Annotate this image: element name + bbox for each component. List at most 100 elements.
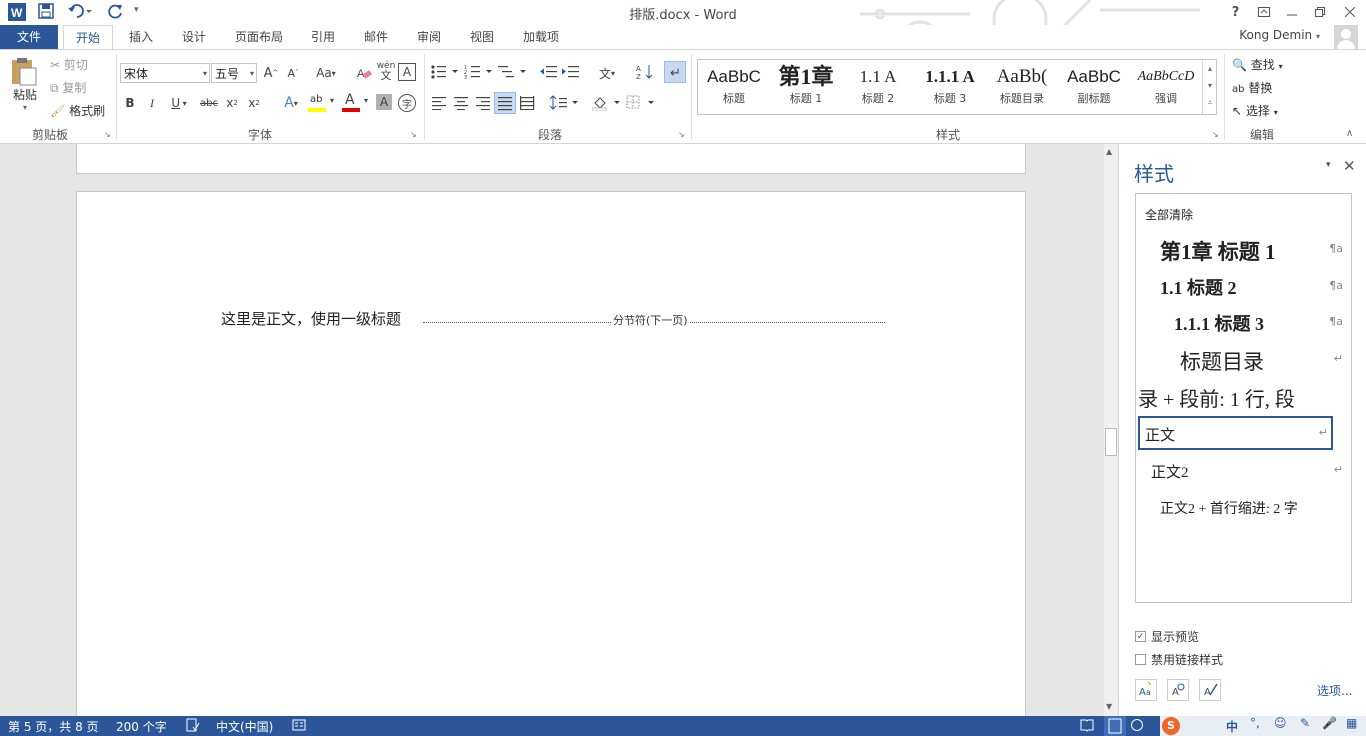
- paragraph-launcher-icon[interactable]: ↘: [678, 130, 685, 139]
- align-left-icon[interactable]: [432, 96, 448, 110]
- clear-format-icon[interactable]: A: [354, 63, 374, 83]
- style-title[interactable]: AaBbC 标题: [698, 60, 770, 114]
- character-shading-button[interactable]: A: [376, 94, 392, 110]
- tab-file[interactable]: 文件: [0, 25, 58, 49]
- sort-icon[interactable]: AZ: [636, 63, 654, 81]
- align-center-icon[interactable]: [454, 96, 470, 110]
- disable-linked-checkbox[interactable]: [1135, 654, 1146, 665]
- show-preview-checkbox[interactable]: ✓: [1135, 631, 1146, 642]
- grow-font-button[interactable]: A ^: [261, 63, 281, 83]
- style-list-item[interactable]: 1.1 标题 2 ¶a: [1136, 269, 1351, 305]
- current-page[interactable]: 这里是正文，使用一级标题 分节符(下一页): [76, 191, 1026, 716]
- style-subtitle[interactable]: AaBbC 副标题: [1058, 60, 1130, 114]
- line-spacing-icon[interactable]: [550, 95, 580, 111]
- clipboard-launcher-icon[interactable]: ↘: [104, 130, 111, 139]
- disable-linked-option[interactable]: 禁用链接样式: [1135, 651, 1223, 668]
- tab-addins[interactable]: 加载项: [514, 25, 568, 49]
- font-size-combo[interactable]: 五号 ▾: [211, 63, 257, 83]
- replace-button[interactable]: ab 替换: [1232, 79, 1272, 96]
- page-info[interactable]: 第 5 页，共 8 页: [8, 718, 99, 735]
- gallery-scroll[interactable]: ▴ ▾ ⩡: [1202, 60, 1217, 114]
- scroll-thumb[interactable]: [1105, 428, 1117, 456]
- read-mode-icon[interactable]: [1080, 718, 1094, 732]
- bold-button[interactable]: B: [120, 93, 140, 113]
- tab-insert[interactable]: 插入: [120, 25, 162, 49]
- styles-launcher-icon[interactable]: ↘: [1212, 130, 1219, 139]
- phonetic-guide-button[interactable]: wén 文: [376, 61, 396, 82]
- style-heading-3[interactable]: 1.1.1 A 标题 3: [914, 60, 986, 114]
- show-preview-option[interactable]: ✓ 显示预览: [1135, 628, 1199, 645]
- collapse-ribbon-icon[interactable]: ∧: [1346, 128, 1353, 139]
- scroll-down-icon[interactable]: ▼: [1106, 702, 1112, 711]
- distributed-icon[interactable]: [520, 96, 536, 110]
- print-layout-icon[interactable]: [1104, 716, 1126, 736]
- subscript-button[interactable]: x2: [222, 93, 242, 113]
- multilevel-list-icon[interactable]: [498, 64, 528, 80]
- skin-icon[interactable]: ✎: [1300, 716, 1310, 730]
- sogou-ime-icon[interactable]: S: [1162, 717, 1180, 735]
- pane-close-icon[interactable]: ✕: [1343, 157, 1356, 175]
- minimize-icon[interactable]: [1278, 0, 1305, 24]
- emoji-icon[interactable]: ☺: [1274, 716, 1287, 730]
- bullets-icon[interactable]: [430, 64, 460, 80]
- avatar[interactable]: [1334, 25, 1358, 49]
- restore-icon[interactable]: [1306, 0, 1333, 24]
- language-indicator[interactable]: 中文(中国): [216, 718, 273, 735]
- pane-options-icon[interactable]: ▾: [1326, 160, 1331, 170]
- format-painter-button[interactable]: 🖌 格式刷: [50, 102, 105, 119]
- tab-home[interactable]: 开始: [63, 25, 113, 50]
- new-style-icon[interactable]: Aa: [1135, 679, 1157, 701]
- proofing-icon[interactable]: [186, 718, 200, 732]
- options-link[interactable]: 选项...: [1317, 682, 1352, 699]
- style-list-item[interactable]: 第1章 标题 1 ¶a: [1136, 232, 1351, 268]
- style-toc-heading[interactable]: AaBb(标题目录: [986, 60, 1058, 114]
- paste-button[interactable]: 粘贴 ▾: [8, 56, 42, 112]
- macro-record-icon[interactable]: [292, 718, 306, 732]
- tab-page-layout[interactable]: 页面布局: [227, 25, 291, 49]
- style-list-item[interactable]: 标题目录 ↵: [1136, 342, 1351, 378]
- cut-button[interactable]: ✂ 剪切: [50, 56, 88, 73]
- style-list-item[interactable]: 1.1.1 标题 3 ¶a: [1136, 305, 1351, 341]
- vertical-scrollbar[interactable]: ▲ ▼: [1104, 144, 1118, 716]
- style-inspector-icon[interactable]: A: [1167, 679, 1189, 701]
- style-heading-1[interactable]: 第1章 标题 1: [770, 60, 842, 114]
- toolbox-icon[interactable]: ▦: [1346, 716, 1357, 730]
- italic-button[interactable]: I: [142, 93, 162, 113]
- increase-indent-icon[interactable]: [562, 64, 580, 80]
- shrink-font-button[interactable]: Aˇ: [283, 63, 303, 83]
- align-right-icon[interactable]: [476, 96, 492, 110]
- character-border-button[interactable]: A: [398, 63, 416, 81]
- style-list-item-selected[interactable]: 正文 ↵: [1138, 416, 1333, 450]
- ribbon-display-options-icon[interactable]: [1250, 0, 1277, 24]
- change-case-button[interactable]: Aa ▾: [311, 63, 341, 83]
- close-icon[interactable]: [1336, 0, 1363, 24]
- style-list-item[interactable]: 录 + 段前: 1 行, 段: [1136, 379, 1351, 415]
- font-launcher-icon[interactable]: ↘: [410, 130, 417, 139]
- numbering-icon[interactable]: 123: [464, 64, 494, 80]
- tab-mailings[interactable]: 邮件: [355, 25, 397, 49]
- strikethrough-button[interactable]: abc: [198, 93, 220, 113]
- enclose-characters-button[interactable]: 字: [398, 94, 416, 112]
- select-button[interactable]: ↖ 选择 ▾: [1232, 102, 1278, 119]
- manage-styles-icon[interactable]: A: [1199, 679, 1221, 701]
- ime-mode[interactable]: 中: [1226, 718, 1238, 735]
- tab-view[interactable]: 视图: [461, 25, 503, 49]
- help-button[interactable]: ?: [1222, 0, 1249, 24]
- web-layout-icon[interactable]: [1130, 718, 1144, 732]
- microphone-icon[interactable]: 🎤: [1322, 716, 1337, 730]
- highlight-button[interactable]: ab ▾: [308, 94, 336, 114]
- clear-all-item[interactable]: 全部清除: [1145, 206, 1193, 223]
- tab-design[interactable]: 设计: [173, 25, 215, 49]
- text-effects-button[interactable]: A ▾: [276, 93, 306, 113]
- word-count[interactable]: 200 个字: [116, 718, 167, 735]
- show-paragraph-marks-button[interactable]: ↵: [664, 61, 686, 83]
- shading-icon[interactable]: [592, 95, 622, 111]
- style-list-item[interactable]: 正文2 ↵: [1136, 453, 1351, 489]
- borders-icon[interactable]: [626, 95, 656, 111]
- justify-button[interactable]: [494, 92, 516, 114]
- body-paragraph[interactable]: 这里是正文，使用一级标题: [221, 308, 401, 329]
- copy-button[interactable]: ⧉ 复制: [50, 79, 86, 96]
- tab-review[interactable]: 审阅: [408, 25, 450, 49]
- underline-button[interactable]: U ▾: [164, 93, 194, 113]
- superscript-button[interactable]: x2: [244, 93, 264, 113]
